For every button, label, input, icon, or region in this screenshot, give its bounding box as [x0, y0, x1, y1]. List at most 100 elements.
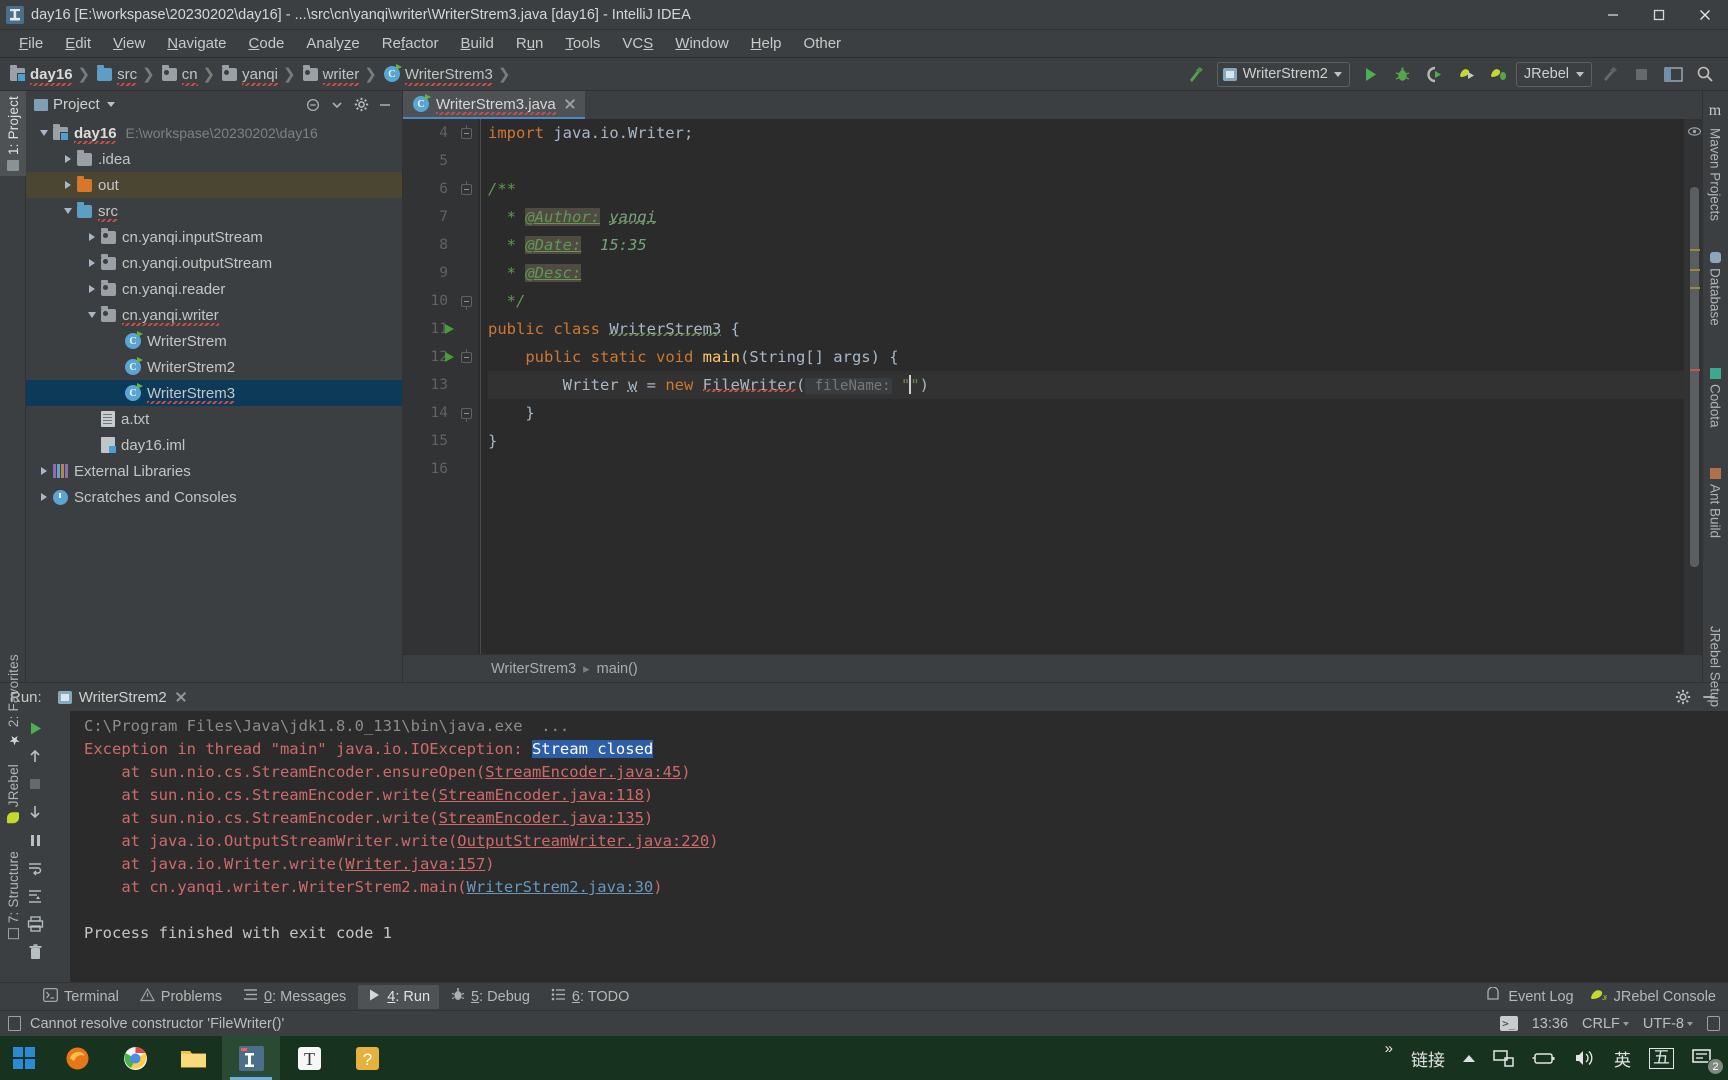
gutter-line-7[interactable]: 7	[403, 203, 478, 231]
tool-tab-problems[interactable]: Problems	[131, 985, 231, 1009]
gutter-line-16[interactable]: 16	[403, 455, 478, 483]
menu-item-tools[interactable]: Tools	[554, 32, 611, 55]
code-line-16[interactable]	[488, 455, 1684, 483]
tool-tab-4--run[interactable]: 4: Run	[358, 984, 440, 1009]
gutter-line-15[interactable]: 15	[403, 427, 478, 455]
stacktrace-link[interactable]: Writer.java:157	[345, 855, 485, 873]
run-button[interactable]	[1356, 61, 1386, 87]
tree-node-writerstrem3[interactable]: C WriterStrem3	[26, 380, 402, 406]
chevron-right-icon[interactable]	[36, 489, 52, 505]
sidebar-item-maven-projects[interactable]: Maven Projects	[1702, 123, 1728, 226]
network-icon[interactable]	[1484, 1036, 1523, 1080]
terminal-icon[interactable]: >_	[1499, 1016, 1518, 1031]
menu-item-refactor[interactable]: Refactor	[371, 32, 450, 55]
code-line-7[interactable]: * @Author: yanqi	[488, 203, 1684, 231]
tool-tab-event-log[interactable]: Event Log	[1486, 986, 1574, 1006]
tree-node-cn-yanqi-inputstream[interactable]: cn.yanqi.inputStream	[26, 224, 402, 250]
notifications-icon[interactable]: 2	[1683, 1036, 1724, 1080]
jrebel-run-button[interactable]	[1452, 61, 1482, 87]
intellij-idea-icon[interactable]	[222, 1036, 280, 1080]
editor-tab-writerstrem3[interactable]: C WriterStrem3.java	[403, 91, 585, 119]
close-button[interactable]	[1682, 0, 1728, 30]
gutter-line-6[interactable]: 6	[403, 175, 478, 203]
gutter-line-14[interactable]: 14	[403, 399, 478, 427]
network-label[interactable]: 链接	[1402, 1036, 1454, 1080]
close-icon[interactable]	[563, 97, 577, 111]
stacktrace-link[interactable]: WriterStrem2.java:30	[467, 878, 654, 896]
status-encoding[interactable]: UTF-8	[1643, 1016, 1693, 1032]
ime-language-indicator[interactable]: 英	[1605, 1036, 1640, 1080]
breadcrumb-cn[interactable]: cn	[158, 62, 200, 86]
breadcrumb-writerstrem3[interactable]: C WriterStrem3	[380, 62, 495, 86]
run-configuration-selector[interactable]: WriterStrem2	[1216, 61, 1350, 87]
chevron-down-icon[interactable]	[60, 203, 76, 219]
code-text-area[interactable]: import java.io.Writer; /** * @Author: yan…	[478, 119, 1684, 654]
chrome-icon[interactable]	[106, 1036, 164, 1080]
hide-icon[interactable]	[374, 94, 396, 116]
code-line-4[interactable]: import java.io.Writer;	[488, 119, 1684, 147]
settings-gear-icon[interactable]	[350, 94, 372, 116]
tree-node-day16-iml[interactable]: day16.iml	[26, 432, 402, 458]
jrebel-debug-button[interactable]	[1484, 61, 1514, 87]
code-line-6[interactable]: /**	[488, 175, 1684, 203]
code-line-14[interactable]: }	[488, 399, 1684, 427]
fold-icon[interactable]	[461, 124, 472, 139]
menu-item-code[interactable]: Code	[238, 32, 296, 55]
run-gutter-icon[interactable]	[445, 352, 454, 362]
editor-markers-and-scrollbar[interactable]	[1684, 119, 1702, 654]
gutter-line-10[interactable]: 10	[403, 287, 478, 315]
menu-item-navigate[interactable]: Navigate	[156, 32, 237, 55]
warning-marker[interactable]	[1690, 287, 1700, 289]
inspection-eye-icon[interactable]	[1687, 125, 1702, 137]
tool-tab-jrebel-console[interactable]: JR JRebel Console	[1590, 987, 1716, 1006]
gutter-line-11[interactable]: 11	[403, 315, 478, 343]
tree-node-cn-yanqi-outputstream[interactable]: cn.yanqi.outputStream	[26, 250, 402, 276]
code-line-9[interactable]: * @Desc:	[488, 259, 1684, 287]
run-with-coverage-button[interactable]	[1420, 61, 1450, 87]
battery-icon[interactable]	[1523, 1036, 1565, 1080]
sidebar-item-favorites[interactable]: ★ 2: Favorites	[0, 649, 26, 752]
error-marker[interactable]	[1690, 369, 1700, 371]
tool-tab-0--messages[interactable]: 0: Messages	[234, 985, 355, 1009]
chevron-down-icon[interactable]	[84, 307, 100, 323]
code-line-11[interactable]: public class WriterStrem3 {	[488, 315, 1684, 343]
tray-overflow-icon[interactable]: »	[1376, 1036, 1402, 1080]
tree-node-external-libraries[interactable]: External Libraries	[26, 458, 402, 484]
gutter-line-4[interactable]: 4	[403, 119, 478, 147]
menu-item-other[interactable]: Other	[793, 32, 853, 55]
tree-node-out[interactable]: out	[26, 172, 402, 198]
sidebar-item-structure[interactable]: 7: Structure	[0, 846, 26, 944]
menu-item-window[interactable]: Window	[664, 32, 739, 55]
tool-tab-6--todo[interactable]: 6: TODO	[542, 985, 639, 1009]
chevron-right-icon[interactable]	[84, 229, 100, 245]
unknown-app-icon[interactable]: ?	[338, 1036, 396, 1080]
close-icon[interactable]	[174, 690, 188, 704]
menu-item-file[interactable]: File	[8, 32, 54, 55]
code-line-12[interactable]: public static void main(String[] args) {	[488, 343, 1684, 371]
gutter-line-5[interactable]: 5	[403, 147, 478, 175]
sidebar-item-database[interactable]: Database	[1702, 247, 1728, 331]
breadcrumb-class[interactable]: WriterStrem3	[491, 661, 576, 677]
code-line-8[interactable]: * @Date: 15:35	[488, 231, 1684, 259]
minimize-button[interactable]	[1590, 0, 1636, 30]
breadcrumb-method[interactable]: main()	[597, 661, 638, 677]
chevron-down-icon[interactable]	[106, 102, 115, 107]
warning-marker[interactable]	[1690, 269, 1700, 271]
menu-item-view[interactable]: View	[102, 32, 156, 55]
expand-icon[interactable]	[326, 94, 348, 116]
search-everywhere-icon[interactable]	[1690, 61, 1720, 87]
breadcrumb-yanqi[interactable]: yanqi	[218, 62, 280, 86]
run-console-output[interactable]: C:\Program Files\Java\jdk1.8.0_131\bin\j…	[70, 711, 1728, 982]
fold-icon[interactable]	[461, 407, 472, 422]
tree-node-src[interactable]: src	[26, 198, 402, 224]
menu-item-analyze[interactable]: Analyze	[295, 32, 370, 55]
stacktrace-link[interactable]: OutputStreamWriter.java:220	[457, 832, 709, 850]
editor-scrollbar[interactable]	[1690, 187, 1699, 567]
run-tab-writerstrem2[interactable]: WriterStrem2	[52, 685, 194, 709]
settings-gear-icon[interactable]	[1672, 686, 1694, 708]
debug-button[interactable]	[1388, 61, 1418, 87]
attach-profiler-icon[interactable]	[1594, 61, 1624, 87]
chevron-right-icon[interactable]	[84, 255, 100, 271]
tree-node-cn-yanqi-writer[interactable]: cn.yanqi.writer	[26, 302, 402, 328]
gutter-line-12[interactable]: 12	[403, 343, 478, 371]
